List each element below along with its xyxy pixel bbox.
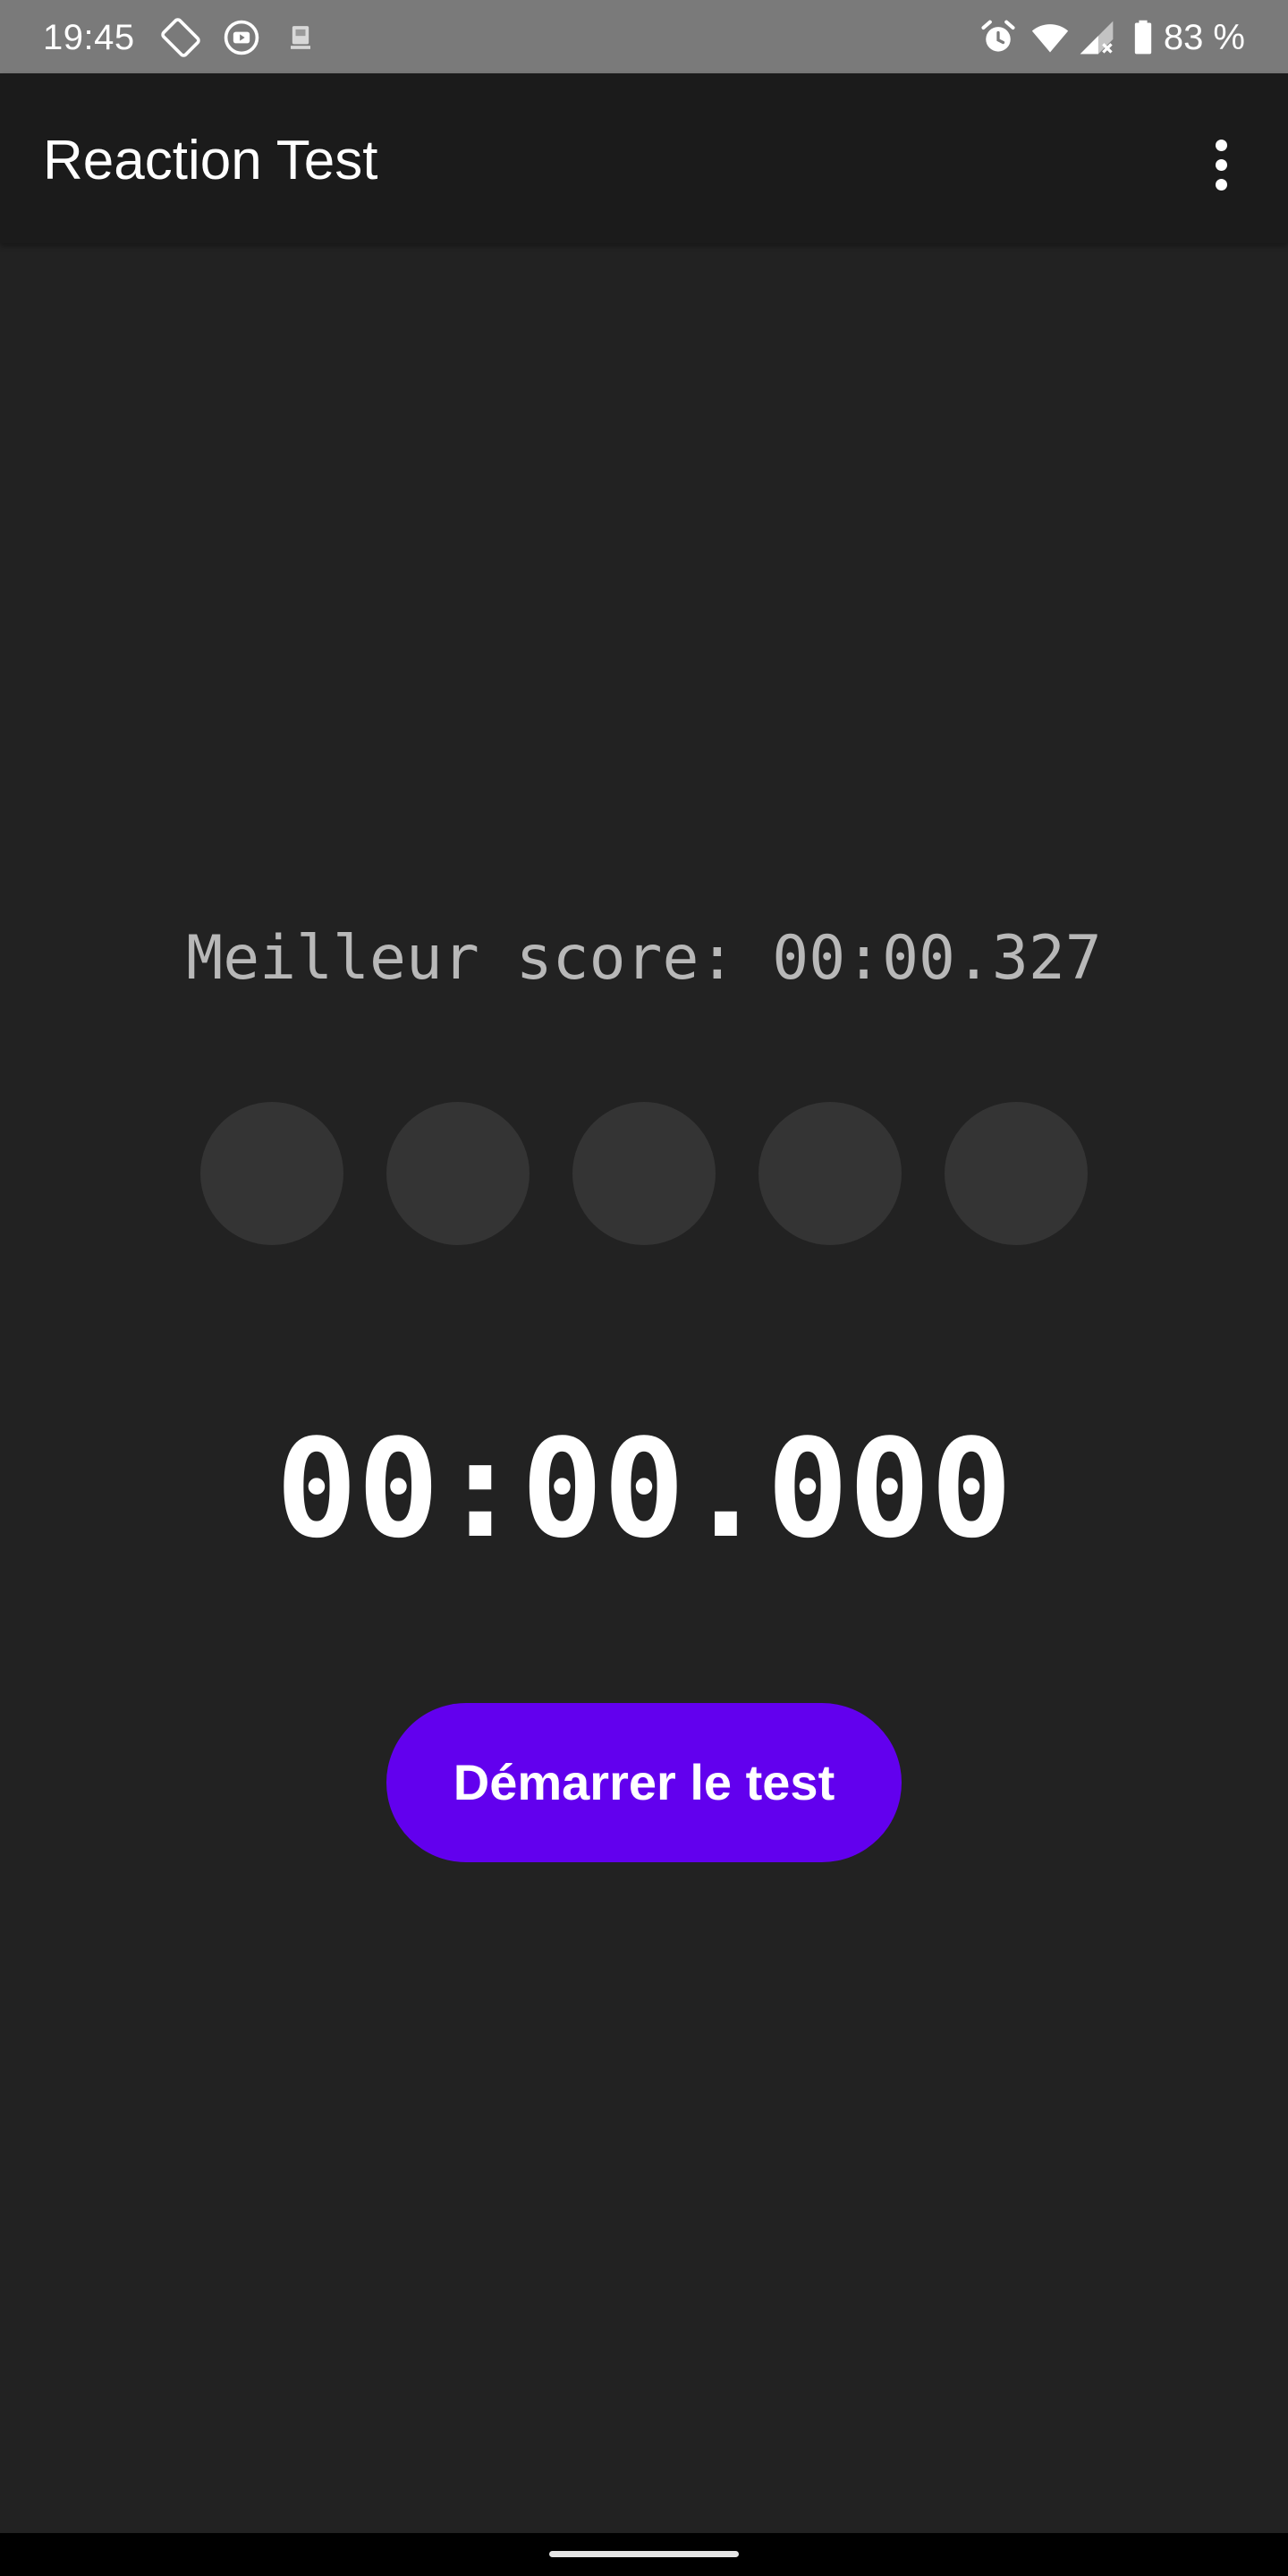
menu-dot — [1215, 139, 1227, 151]
start-test-button[interactable]: Démarrer le test — [386, 1703, 902, 1862]
reaction-timer: 00:00.000 — [275, 1410, 1013, 1568]
more-vert-icon[interactable] — [1190, 120, 1252, 209]
indicator-circle-5 — [945, 1102, 1088, 1245]
best-score-label: Meilleur score: 00:00.327 — [186, 923, 1102, 994]
system-notification-icon — [291, 26, 310, 49]
battery-percentage: 83 % — [1163, 18, 1245, 57]
indicator-row — [0, 1102, 1288, 1245]
app-bar: Reaction Test — [0, 73, 1288, 243]
status-bar: 19:45 83 % — [0, 0, 1288, 73]
home-gesture-handle[interactable] — [549, 2551, 739, 2557]
app-screen: 19:45 83 % Reaction Test Meilleur score:… — [0, 0, 1288, 2576]
indicator-circle-3 — [572, 1102, 716, 1245]
youtube-icon — [224, 20, 259, 55]
indicator-circle-4 — [758, 1102, 902, 1245]
screen-rotate-icon — [161, 18, 200, 57]
wifi-icon — [1031, 24, 1069, 53]
status-time: 19:45 — [43, 18, 135, 57]
battery-icon — [1134, 20, 1152, 55]
alarm-icon — [981, 20, 1015, 52]
indicator-circle-2 — [386, 1102, 530, 1245]
navigation-bar — [0, 2533, 1288, 2576]
menu-dot — [1215, 158, 1227, 171]
app-title: Reaction Test — [43, 130, 378, 191]
menu-dot — [1215, 178, 1227, 191]
cell-signal-no-data-icon — [1080, 21, 1114, 55]
indicator-circle-1 — [200, 1102, 343, 1245]
